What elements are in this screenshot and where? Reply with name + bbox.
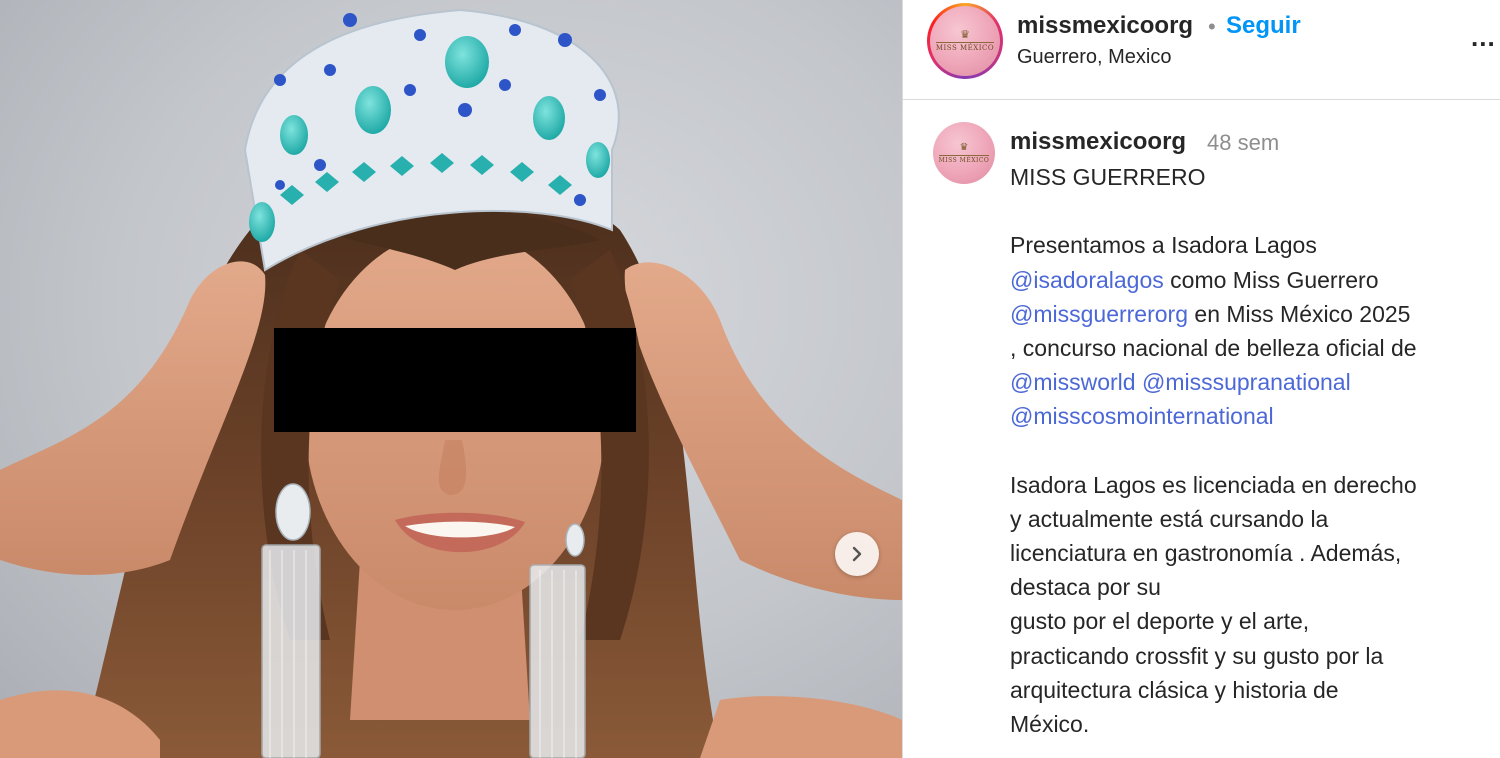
avatar[interactable]: ♛ MISS MÉXICO (930, 6, 1000, 76)
post-header: ♛ MISS MÉXICO missmexicoorg • Seguir Gue… (903, 0, 1500, 100)
crown-icon: ♛ (959, 141, 969, 153)
avatar-brand-text: MISS MÉXICO (938, 154, 990, 164)
caption-avatar[interactable]: ♛ MISS MÉXICO (933, 122, 995, 184)
caption-text: en Miss México 2025 (1188, 300, 1411, 327)
caption-line: @missguerrerorg en Miss México 2025 (1010, 297, 1492, 331)
next-image-button[interactable] (835, 532, 879, 576)
caption-body: MISS GUERRERO Presentamos a Isadora Lago… (1010, 160, 1492, 741)
caption-title: MISS GUERRERO (1010, 164, 1206, 190)
avatar-brand-text: MISS MÉXICO (935, 42, 995, 52)
mention-isadoralagos[interactable]: @isadoralagos (1010, 267, 1164, 293)
caption-line: @misscosmointernational (1010, 399, 1492, 433)
caption-username[interactable]: missmexicoorg (1010, 128, 1186, 156)
censor-bar (274, 328, 636, 432)
mention-misssupranational[interactable]: @misssupranational (1136, 369, 1351, 395)
post-caption: ♛ MISS MÉXICO missmexicoorg 48 sem MISS … (903, 100, 1500, 758)
mention-misscosmointernational[interactable]: @misscosmointernational (1010, 403, 1274, 429)
caption-bio-line: licenciatura en gastronomía . Además, (1010, 540, 1402, 567)
follow-button[interactable]: Seguir (1226, 12, 1301, 40)
post-location[interactable]: Guerrero, Mexico (1017, 46, 1172, 69)
account-username[interactable]: missmexicoorg (1017, 12, 1193, 40)
caption-line: @isadoralagos como Miss Guerrero (1010, 263, 1492, 297)
caption-bio-line: gusto por el deporte y el arte, (1010, 608, 1310, 635)
caption-line: , concurso nacional de belleza oficial d… (1010, 334, 1417, 361)
caption-line: @missworld @misssupranational (1010, 365, 1492, 399)
caption-bio-line: practicando crossfit y su gusto por la (1010, 642, 1384, 669)
chevron-right-icon (852, 546, 862, 562)
caption-line: Presentamos a Isadora Lagos (1010, 232, 1317, 259)
more-options-icon[interactable]: ... (1471, 22, 1496, 53)
caption-bio-line: y actualmente está cursando la (1010, 505, 1329, 532)
mention-missworld[interactable]: @missworld (1010, 369, 1136, 395)
caption-text: como Miss Guerrero (1163, 266, 1379, 293)
caption-bio-line: arquitectura clásica y historia de (1010, 676, 1339, 703)
caption-bio-line: Isadora Lagos es licenciada en derecho (1010, 471, 1417, 498)
post-image[interactable] (0, 0, 902, 758)
crown-icon: ♛ (960, 29, 970, 41)
caption-bio-line: México. (1010, 711, 1090, 737)
post-time[interactable]: 48 sem (1207, 130, 1279, 156)
separator-dot: • (1208, 14, 1216, 39)
mention-missguerrerorg[interactable]: @missguerrerorg (1010, 301, 1188, 327)
caption-bio-line: destaca por su (1010, 574, 1161, 601)
